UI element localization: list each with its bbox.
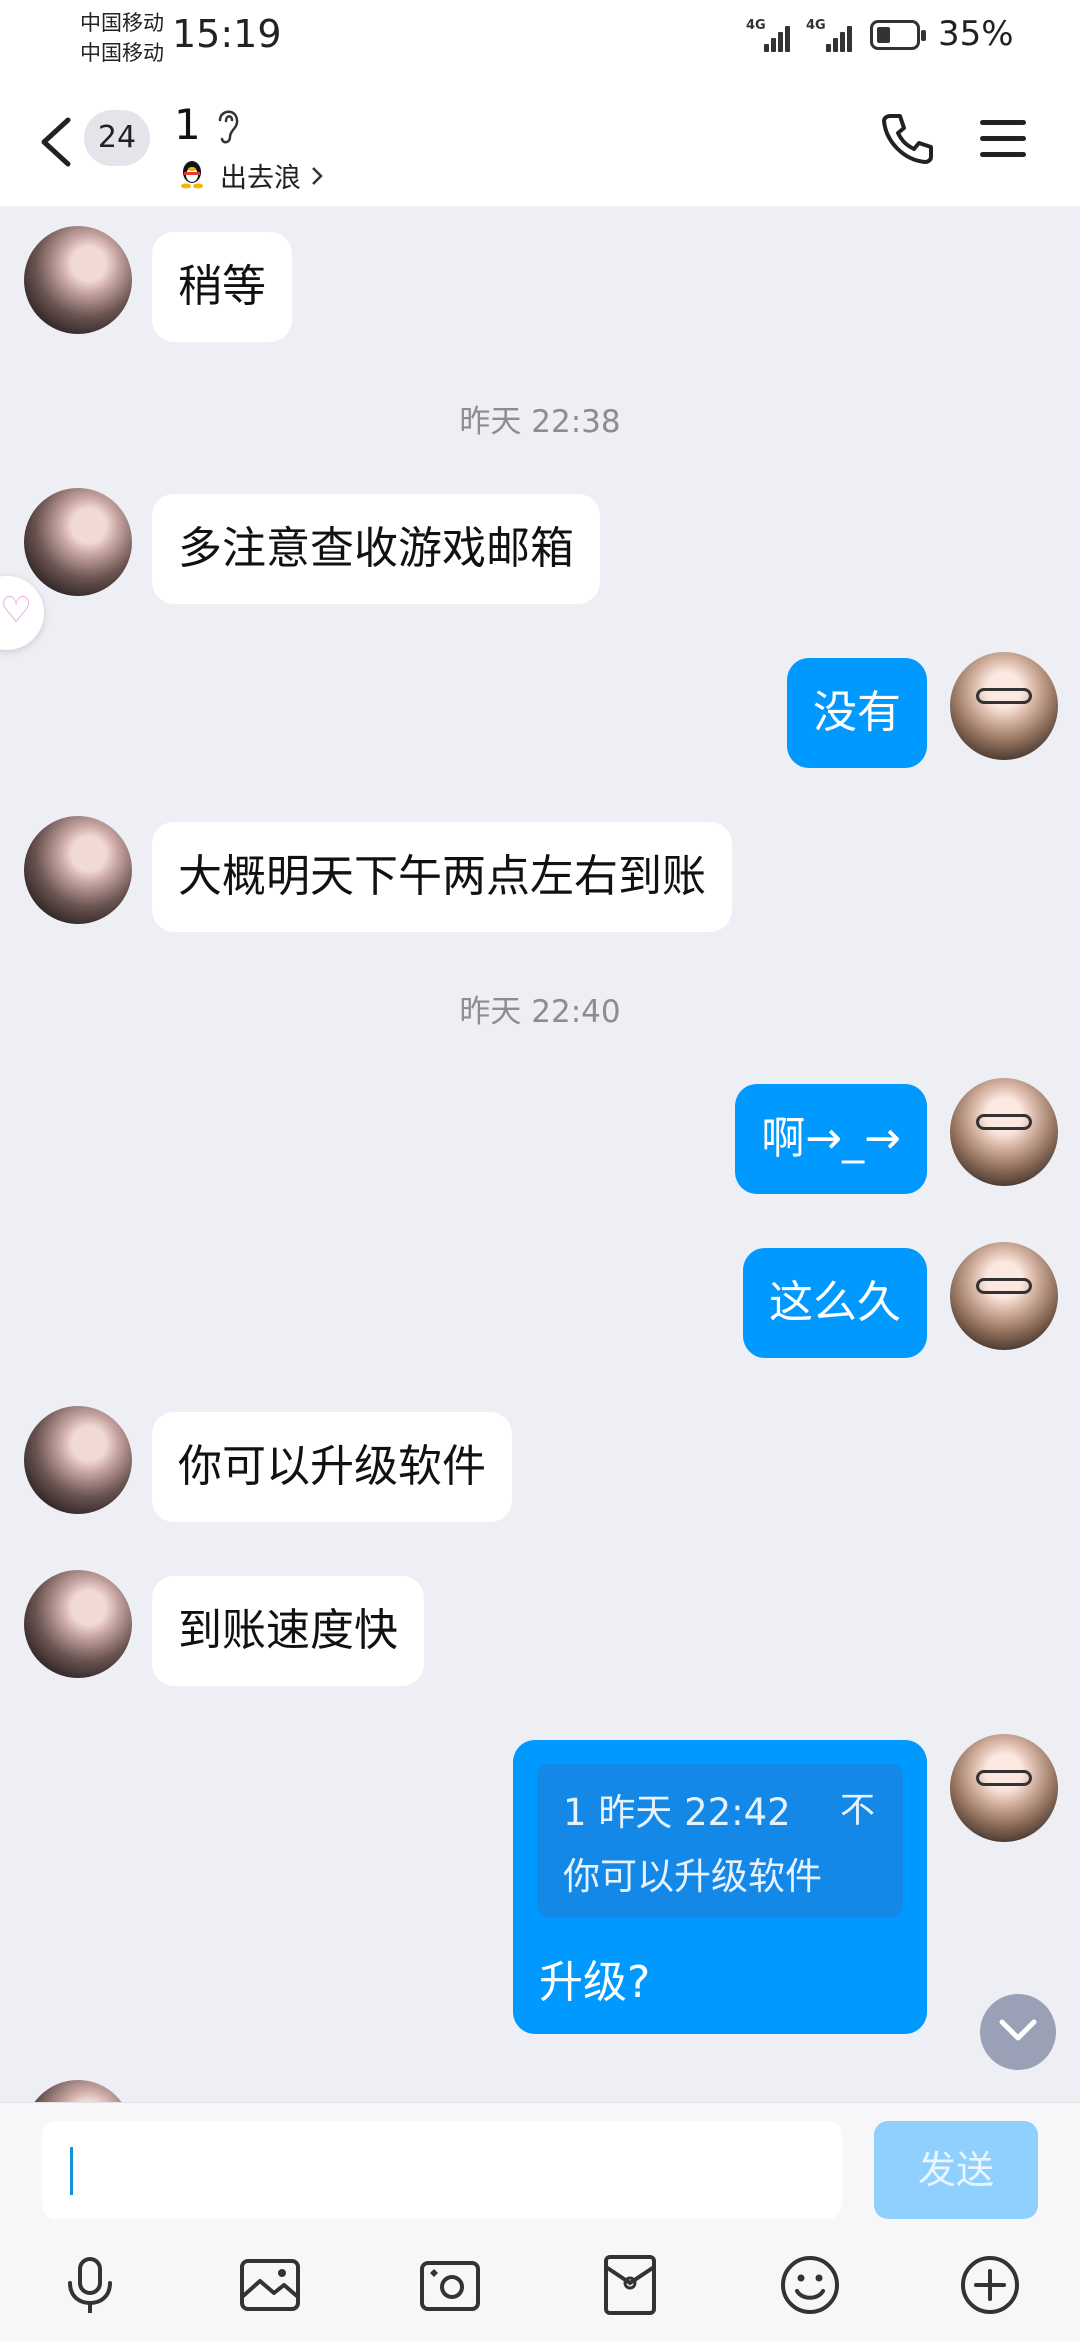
message-bubble[interactable]: 到账速度快 — [152, 1576, 424, 1686]
phone-icon[interactable] — [880, 110, 936, 166]
carrier-1: 中国移动 — [80, 11, 164, 35]
contact-avatar[interactable] — [24, 488, 132, 596]
contact-avatar[interactable] — [24, 816, 132, 924]
emoji-icon[interactable] — [778, 2253, 842, 2317]
chevron-down-icon — [999, 2019, 1037, 2041]
chat-header: 24 1 出去浪 — [0, 72, 1080, 206]
message-bubble[interactable]: 多注意查收游戏邮箱 — [152, 494, 600, 604]
image-icon[interactable] — [238, 2253, 302, 2317]
battery-icon — [870, 20, 926, 50]
timestamp: 昨天 22:38 — [459, 404, 621, 440]
red-packet-icon[interactable] — [598, 2253, 662, 2317]
my-avatar[interactable] — [950, 652, 1058, 760]
my-avatar[interactable] — [950, 1734, 1058, 1842]
message-bubble[interactable]: 大概明天下午两点左右到账 — [152, 822, 732, 932]
contact-avatar[interactable] — [24, 1406, 132, 1514]
microphone-icon[interactable] — [58, 2253, 122, 2317]
floating-sticker-icon[interactable]: ♡ — [0, 576, 44, 650]
message-bubble[interactable]: 啊→_→ — [735, 1084, 927, 1194]
status-bar: 中国移动 中国移动 15:19 4G 4G 35% — [0, 0, 1080, 72]
contact-name[interactable]: 1 — [174, 100, 201, 149]
input-bar: 发送 — [0, 2102, 1080, 2341]
send-button[interactable]: 发送 — [874, 2121, 1038, 2219]
ear-icon — [218, 110, 239, 144]
quote-header: 1 昨天 22:42 — [563, 1791, 791, 1834]
battery-fill — [877, 27, 890, 43]
quoted-message[interactable]: 1 昨天 22:42 不 你可以升级软件 — [537, 1764, 903, 1918]
my-avatar[interactable] — [950, 1242, 1058, 1350]
qq-penguin-icon — [181, 161, 203, 189]
unread-count-badge[interactable]: 24 — [84, 110, 150, 166]
timestamp: 昨天 22:40 — [459, 994, 621, 1030]
message-bubble[interactable]: 没有 — [787, 658, 927, 768]
battery-percent: 35% — [938, 14, 1014, 54]
message-bubble[interactable]: 你可以升级软件 — [152, 1412, 512, 1522]
scroll-to-bottom-button[interactable] — [980, 1994, 1056, 2070]
camera-icon[interactable] — [418, 2253, 482, 2317]
contact-avatar[interactable] — [24, 1570, 132, 1678]
status-text: 出去浪 — [220, 163, 301, 194]
signal-1-icon: 4G — [746, 18, 794, 52]
contact-avatar[interactable] — [24, 226, 132, 334]
contact-avatar[interactable] — [24, 2080, 132, 2102]
message-bubble[interactable]: 这么久 — [743, 1248, 927, 1358]
plus-icon[interactable] — [958, 2253, 1022, 2317]
back-arrow-icon[interactable] — [36, 116, 76, 168]
carrier-2: 中国移动 — [80, 41, 164, 65]
text-caret — [70, 2147, 73, 2195]
status-time: 15:19 — [172, 12, 282, 56]
message-input[interactable] — [42, 2121, 842, 2219]
quote-text: 你可以升级软件 — [563, 1855, 822, 1898]
message-bubble[interactable]: 稍等 — [152, 232, 292, 342]
reply-message-bubble[interactable]: 1 昨天 22:42 不 你可以升级软件 升级? — [513, 1740, 927, 2034]
carrier-labels: 中国移动 中国移动 — [80, 8, 164, 68]
reply-text: 升级? — [539, 1957, 651, 2008]
menu-icon[interactable] — [980, 116, 1030, 160]
chevron-right-icon — [312, 167, 323, 185]
signal-2-icon: 4G — [806, 18, 858, 52]
my-avatar[interactable] — [950, 1078, 1058, 1186]
quote-marker: 不 — [839, 1791, 875, 1831]
message-list[interactable]: 稍等 昨天 22:38 多注意查收游戏邮箱 没有 大概明天下午两点左右到账 昨天… — [0, 206, 1080, 2102]
